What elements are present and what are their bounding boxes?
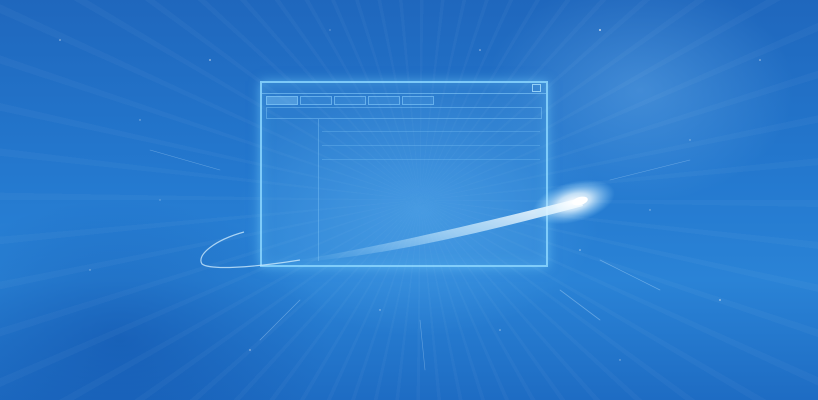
- comet-light-streak: [200, 179, 615, 269]
